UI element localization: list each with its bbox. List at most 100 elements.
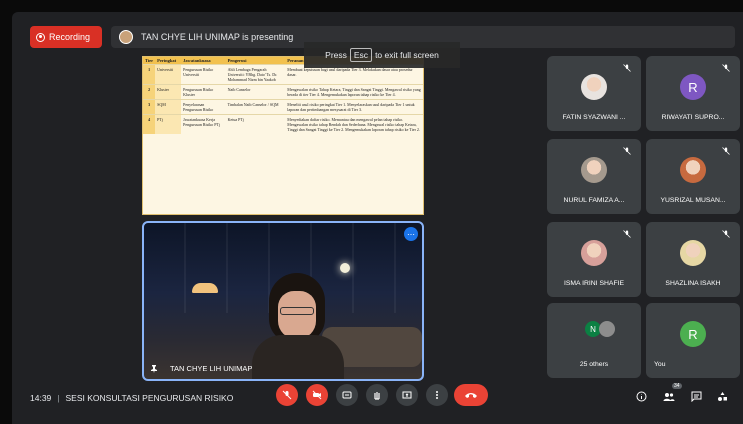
presenter-name: TAN CHYE LIH UNIMAP xyxy=(170,364,253,373)
avatar xyxy=(599,321,615,337)
participant-name: RIWAYATI SUPRO... xyxy=(661,114,725,121)
participant-name: You xyxy=(654,361,666,368)
committee-cell: Pengurusan Risiko Kluster xyxy=(181,84,226,100)
presenter-video-tile[interactable]: ⋯ TAN CHYE LIH UNIMAP xyxy=(142,221,424,381)
chat-icon xyxy=(691,391,701,402)
tip-text: Press xyxy=(325,50,347,60)
moon-image xyxy=(340,263,350,273)
table-header: Jawatankuasa xyxy=(181,57,226,65)
shapes-icon xyxy=(717,391,727,401)
present-button[interactable] xyxy=(396,384,418,406)
people-button[interactable] xyxy=(663,390,675,402)
recording-indicator[interactable]: Recording xyxy=(30,26,102,48)
vertical-dots-icon xyxy=(436,391,438,399)
chat-button[interactable] xyxy=(690,390,702,402)
participant-tile[interactable]: R RIWAYATI SUPRO... xyxy=(646,56,740,131)
presenter-nameplate: TAN CHYE LIH UNIMAP xyxy=(150,364,252,373)
level-cell: Kluster xyxy=(155,84,182,100)
role-cell: Menyediakan daftar risiko. Memantau dan … xyxy=(285,114,423,134)
committee-cell: Pengurusan Risiko Universiti xyxy=(181,64,226,85)
avatar: R xyxy=(680,321,706,347)
participant-tile[interactable]: R You xyxy=(646,303,740,378)
table-row: 4 PTj Jawatankuasa Kerja Pengurusan Risi… xyxy=(143,114,423,134)
raise-hand-button[interactable] xyxy=(366,384,388,406)
presenter-avatar-icon xyxy=(119,30,133,44)
people-icon xyxy=(663,392,675,401)
avatar xyxy=(581,157,607,183)
esc-key: Esc xyxy=(349,48,373,62)
pin-icon[interactable] xyxy=(150,364,158,373)
shared-slide: Tier Peringkat Jawatankuasa Pengerusi Pe… xyxy=(142,56,424,215)
meeting-title: SESI KONSULTASI PENGURUSAN RISIKO xyxy=(65,393,234,403)
presenter-face xyxy=(278,291,316,339)
microphone-button[interactable] xyxy=(276,384,298,406)
participant-name: YUSRIZAL MUSAN... xyxy=(660,197,726,204)
more-options-button[interactable] xyxy=(426,384,448,406)
participant-name: FATIN SYAZWANI ... xyxy=(562,114,626,121)
hand-icon xyxy=(374,392,380,400)
avatar: R xyxy=(680,74,706,100)
avatar xyxy=(581,74,607,100)
mic-off-icon xyxy=(282,390,292,400)
table-row: 3 SQM Penyelarasan Pengurusan Risiko Tim… xyxy=(143,99,423,115)
more-options-button[interactable]: ⋯ xyxy=(404,227,418,241)
participant-tile[interactable]: N 25 others xyxy=(547,303,641,378)
captions-button[interactable] xyxy=(336,384,358,406)
participant-name: SHAZLINA ISAKH xyxy=(665,280,721,287)
recording-label: Recording xyxy=(49,32,91,42)
meet-window: Recording TAN CHYE LIH UNIMAP is present… xyxy=(12,12,743,424)
lamp-image xyxy=(192,283,218,293)
presenting-text: TAN CHYE LIH UNIMAP is presenting xyxy=(141,32,294,42)
tier-cell: 3 xyxy=(143,99,156,115)
participant-tile[interactable]: YUSRIZAL MUSAN... xyxy=(646,139,740,214)
camera-button[interactable] xyxy=(306,384,328,406)
muted-mic-icon xyxy=(623,64,631,72)
avatar xyxy=(680,157,706,183)
muted-mic-icon xyxy=(722,64,730,72)
table-header: Tier xyxy=(143,57,156,65)
avatar xyxy=(581,240,607,266)
tier-cell: 4 xyxy=(143,114,156,134)
chair-cell: Timbalan Naib Canselor / SQM xyxy=(225,99,286,115)
participant-tile[interactable]: SHAZLINA ISAKH xyxy=(646,222,740,297)
leave-call-button[interactable] xyxy=(454,384,488,406)
muted-mic-icon xyxy=(722,230,730,238)
record-icon xyxy=(36,32,45,42)
participant-tile[interactable]: ISMA IRINI SHAFIE xyxy=(547,222,641,297)
tier-cell: 1 xyxy=(143,64,156,85)
tip-text: to exit full screen xyxy=(375,50,439,60)
role-cell: Meneliti usul risiko peringkat Tier 1. M… xyxy=(285,99,423,115)
table-header: Pengerusi xyxy=(225,57,286,65)
committee-cell: Jawatankuasa Kerja Pengurusan Risiko PTj xyxy=(181,114,226,134)
muted-mic-icon xyxy=(623,147,631,155)
present-screen-icon xyxy=(402,391,412,399)
info-icon xyxy=(636,391,646,401)
chair-cell: Naib Canselor xyxy=(225,84,286,100)
fullscreen-tip: Press Esc to exit full screen xyxy=(304,42,460,68)
role-cell: Mengawalan risiko Tahap Ketara, Tinggi d… xyxy=(285,84,423,100)
level-cell: Universiti xyxy=(155,64,182,85)
risk-committee-table: Tier Peringkat Jawatankuasa Pengerusi Pe… xyxy=(143,57,423,134)
activities-button[interactable] xyxy=(716,390,728,402)
avatar xyxy=(680,240,706,266)
participant-count-badge: 34 xyxy=(672,383,682,389)
participant-tile[interactable]: NURUL FAMIZA A... xyxy=(547,139,641,214)
clock: 14:39 xyxy=(30,393,52,403)
captions-icon xyxy=(342,391,352,399)
participant-tile[interactable]: FATIN SYAZWANI ... xyxy=(547,56,641,131)
table-row: 2 Kluster Pengurusan Risiko Kluster Naib… xyxy=(143,84,423,100)
participant-name: ISMA IRINI SHAFIE xyxy=(563,280,625,287)
muted-mic-icon xyxy=(623,230,631,238)
participant-name: 25 others xyxy=(579,361,609,368)
chair-cell: Ahli Lembaga Pengarah Universiti: YBhg. … xyxy=(225,64,286,85)
hang-up-icon xyxy=(465,393,477,398)
chair-cell: Ketua PTj xyxy=(225,114,286,134)
camera-off-icon xyxy=(312,390,322,400)
level-cell: SQM xyxy=(155,99,182,115)
presenter-body xyxy=(252,335,344,379)
tier-cell: 2 xyxy=(143,84,156,100)
table-header: Peringkat xyxy=(155,57,182,65)
info-button[interactable] xyxy=(635,390,647,402)
meeting-info: 14:39 | SESI KONSULTASI PENGURUSAN RISIK… xyxy=(30,393,234,403)
glasses-image xyxy=(280,307,314,315)
